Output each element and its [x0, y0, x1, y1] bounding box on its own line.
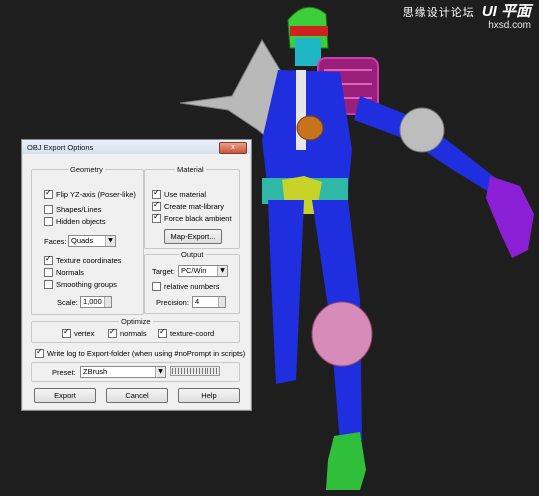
write-log-check-icon[interactable]: [35, 347, 44, 358]
faces-dropdown[interactable]: Quads ▼: [68, 235, 116, 247]
use-material-checkbox[interactable]: Use material: [152, 188, 207, 199]
scale-value: 1,000: [83, 297, 102, 306]
flip-yz-check-icon[interactable]: [44, 188, 53, 199]
relative-numbers-check-icon[interactable]: [152, 282, 161, 291]
hidden-objects-check-icon[interactable]: [44, 217, 53, 226]
precision-spinner[interactable]: 4: [192, 296, 226, 308]
spinner-arrows-icon[interactable]: [218, 297, 225, 307]
preset-icon[interactable]: [207, 368, 218, 374]
normals-checkbox[interactable]: Normals: [44, 268, 84, 277]
watermark-site-name: 思缘设计论坛: [402, 6, 475, 19]
write-log-checkbox[interactable]: Write log to Export-folder (when using #…: [35, 347, 246, 358]
hidden-objects-checkbox[interactable]: Hidden objects: [44, 217, 106, 226]
texture-coordinates-checkbox[interactable]: Texture coordinates: [44, 254, 122, 265]
precision-value: 4: [195, 297, 200, 306]
chevron-down-icon: ▼: [217, 266, 227, 276]
output-group-label: Output: [179, 250, 206, 259]
chevron-down-icon: ▼: [105, 236, 115, 246]
normals-label: Normals: [56, 268, 84, 277]
site-watermark: 思缘设计论坛 UI 平面 hxsd.com: [402, 3, 531, 32]
scale-spinner[interactable]: 1,000: [80, 296, 112, 308]
create-mat-library-check-icon[interactable]: [152, 200, 161, 211]
dialog-title: OBJ Export Options: [27, 143, 94, 152]
preset-icon[interactable]: [195, 368, 207, 374]
relative-numbers-label: relative numbers: [164, 282, 220, 291]
write-log-label: Write log to Export-folder (when using #…: [47, 349, 246, 358]
flip-yz-label: Flip YZ-axis (Poser-like): [56, 190, 136, 199]
obj-export-options-dialog: OBJ Export Options x Geometry Flip YZ-ax…: [21, 139, 252, 411]
optimize-normals-checkbox[interactable]: normals: [108, 327, 147, 338]
force-black-ambient-label: Force black ambient: [164, 214, 232, 223]
optimize-texture-coord-check-icon[interactable]: [158, 327, 167, 338]
optimize-group-label: Optimize: [119, 317, 153, 326]
geometry-group-label: Geometry: [68, 165, 105, 174]
watermark-url: hxsd.com: [488, 20, 531, 31]
preset-label: Preset:: [52, 368, 76, 377]
create-mat-library-label: Create mat-library: [164, 202, 225, 211]
chevron-down-icon: ▼: [155, 367, 165, 377]
preset-icon[interactable]: [172, 368, 183, 374]
relative-numbers-checkbox[interactable]: relative numbers: [152, 282, 219, 291]
target-label: Target:: [152, 267, 175, 276]
create-mat-library-checkbox[interactable]: Create mat-library: [152, 200, 225, 211]
flip-yz-checkbox[interactable]: Flip YZ-axis (Poser-like): [44, 188, 136, 199]
smoothing-groups-checkbox[interactable]: Smoothing groups: [44, 280, 117, 289]
precision-label: Precision:: [156, 298, 189, 307]
watermark-logo: UI 平面: [481, 3, 531, 20]
close-icon: x: [231, 144, 235, 151]
optimize-vertex-label: vertex: [74, 329, 95, 338]
dialog-titlebar[interactable]: OBJ Export Options x: [22, 140, 251, 154]
normals-check-icon[interactable]: [44, 268, 53, 277]
preset-toolbar-icons[interactable]: [170, 366, 220, 376]
help-button[interactable]: Help: [178, 388, 240, 403]
scale-label: Scale:: [57, 298, 78, 307]
texture-coordinates-check-icon[interactable]: [44, 254, 53, 265]
preset-icon[interactable]: [183, 368, 195, 374]
smoothing-groups-label: Smoothing groups: [56, 280, 117, 289]
cancel-button[interactable]: Cancel: [106, 388, 168, 403]
optimize-texture-coord-label: texture-coord: [170, 329, 215, 338]
export-button[interactable]: Export: [34, 388, 96, 403]
target-dropdown[interactable]: PC/Win ▼: [178, 265, 228, 277]
optimize-normals-check-icon[interactable]: [108, 327, 117, 338]
texture-coordinates-label: Texture coordinates: [56, 256, 122, 265]
faces-label: Faces:: [44, 237, 67, 246]
force-black-ambient-check-icon[interactable]: [152, 212, 161, 223]
material-group-label: Material: [175, 165, 206, 174]
shapes-lines-check-icon[interactable]: [44, 205, 53, 214]
shapes-lines-label: Shapes/Lines: [56, 205, 102, 214]
use-material-label: Use material: [164, 190, 207, 199]
target-value: PC/Win: [181, 266, 207, 275]
optimize-vertex-check-icon[interactable]: [62, 327, 71, 338]
force-black-ambient-checkbox[interactable]: Force black ambient: [152, 212, 232, 223]
smoothing-groups-check-icon[interactable]: [44, 280, 53, 289]
optimize-vertex-checkbox[interactable]: vertex: [62, 327, 95, 338]
optimize-normals-label: normals: [120, 329, 147, 338]
optimize-texture-coord-checkbox[interactable]: texture-coord: [158, 327, 215, 338]
preset-value: ZBrush: [83, 367, 108, 376]
preset-dropdown[interactable]: ZBrush ▼: [80, 366, 166, 378]
faces-value: Quads: [71, 236, 94, 245]
use-material-check-icon[interactable]: [152, 188, 161, 199]
hidden-objects-label: Hidden objects: [56, 217, 106, 226]
shapes-lines-checkbox[interactable]: Shapes/Lines: [44, 205, 101, 214]
map-export-button[interactable]: Map-Export...: [164, 229, 222, 244]
close-button[interactable]: x: [219, 142, 247, 154]
spinner-arrows-icon[interactable]: [104, 297, 111, 307]
